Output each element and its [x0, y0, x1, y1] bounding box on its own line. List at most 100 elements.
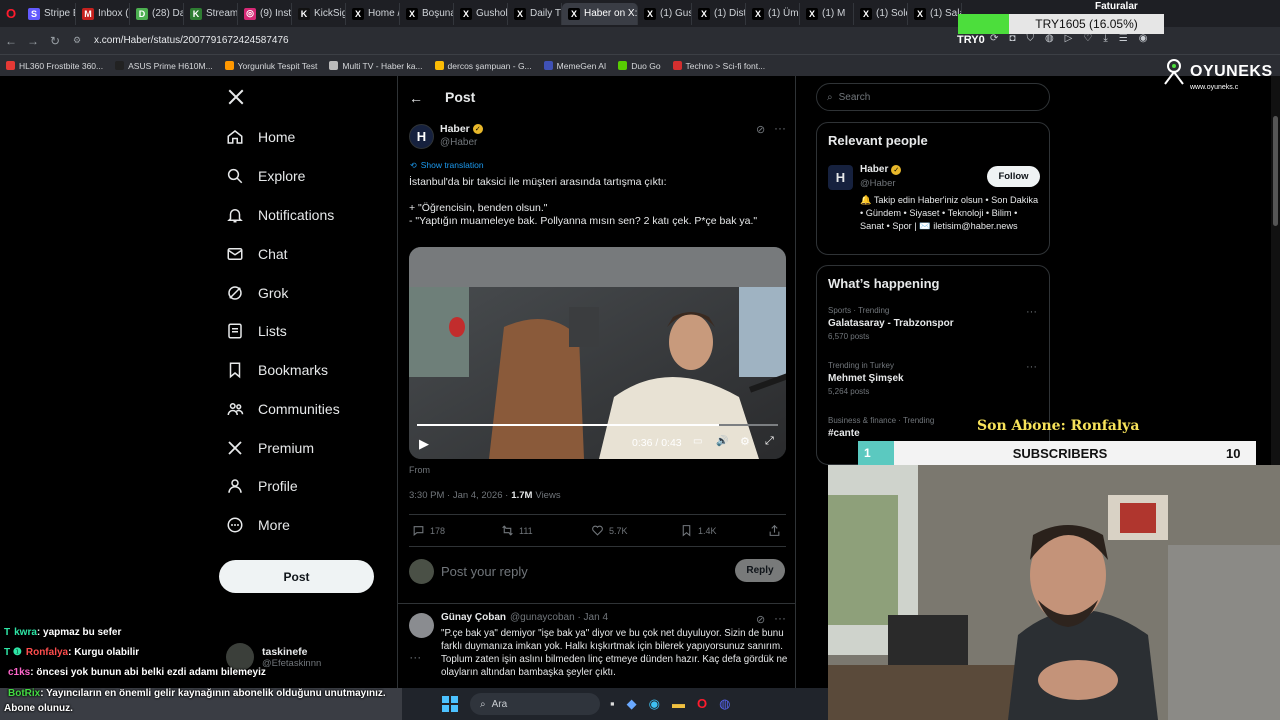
- repost-action[interactable]: 111: [501, 524, 533, 537]
- person-handle[interactable]: @Haber: [860, 178, 896, 189]
- nav-item-home[interactable]: Home: [226, 128, 295, 146]
- video-progress-track[interactable]: [417, 424, 778, 426]
- reply-author-name[interactable]: Günay Çoban: [441, 612, 506, 623]
- browser-tab[interactable]: X Haber on X: "İst: [562, 2, 638, 25]
- browser-tab[interactable]: X (1) M: [800, 2, 854, 25]
- windows-start-icon[interactable]: [442, 696, 458, 712]
- opera-icon[interactable]: O: [0, 6, 22, 21]
- opera-icon[interactable]: O: [697, 696, 707, 712]
- video-player[interactable]: ▶ 0:36 / 0:43 ▭ 🔊 ⚙ ⤢: [409, 247, 786, 459]
- author-avatar[interactable]: H: [409, 124, 434, 149]
- bookmark-item[interactable]: Yorgunluk Tespit Test: [224, 61, 317, 71]
- bookmark-item[interactable]: dercos şampuan - G...: [434, 61, 532, 71]
- grok-icon[interactable]: ⊘: [756, 613, 765, 626]
- reply-action[interactable]: 178: [412, 524, 445, 537]
- nav-item-explore[interactable]: Explore: [226, 167, 305, 185]
- author-name[interactable]: Haber: [440, 123, 470, 135]
- browser-tab[interactable]: K KickSight: [292, 2, 346, 25]
- bookmark-item[interactable]: Duo Go: [618, 61, 661, 71]
- reply-button[interactable]: Reply: [735, 559, 785, 582]
- bookmark-item[interactable]: ASUS Prime H610M...: [115, 61, 213, 71]
- x-logo-icon[interactable]: [227, 88, 245, 106]
- back-icon[interactable]: ←: [0, 34, 22, 48]
- play-icon[interactable]: ▷: [1065, 33, 1073, 44]
- browser-tab[interactable]: X (1) Gush: [638, 2, 692, 25]
- bookmark-item[interactable]: MemeGen AI: [543, 61, 606, 71]
- task-view-icon[interactable]: ▪: [610, 696, 615, 712]
- trend-more-icon[interactable]: ···: [1026, 361, 1037, 373]
- browser-tab[interactable]: S Stripe Exp: [22, 2, 76, 25]
- nav-item-chat[interactable]: Chat: [226, 245, 288, 263]
- shield-icon[interactable]: ⛉: [1026, 33, 1034, 44]
- trend-more-icon[interactable]: ···: [1026, 306, 1037, 318]
- chat-username[interactable]: kwra: [14, 627, 37, 638]
- taskbar-search[interactable]: ⌕ Ara: [470, 693, 600, 715]
- more-options-icon[interactable]: ···: [774, 611, 786, 625]
- bookmark-item[interactable]: Techno > Sci-fi font...: [672, 61, 765, 71]
- chat-username[interactable]: c1ks: [8, 667, 30, 678]
- person-name[interactable]: Haber: [860, 164, 888, 175]
- url-input[interactable]: x.com/Haber/status/2007791672424587476: [94, 35, 289, 46]
- nav-item-profile[interactable]: Profile: [226, 477, 298, 495]
- captions-icon[interactable]: ▭: [693, 436, 702, 447]
- reload-icon[interactable]: ↻: [44, 34, 66, 48]
- show-translation-link[interactable]: Show translation: [421, 160, 484, 170]
- reply-input[interactable]: Post your reply: [441, 564, 528, 579]
- bookmark-item[interactable]: HL360 Frostbite 360...: [6, 61, 103, 71]
- profile-icon[interactable]: ◉: [1139, 33, 1148, 44]
- browser-tab[interactable]: X Boşuna T: [400, 2, 454, 25]
- post-button[interactable]: Post: [219, 560, 374, 593]
- camera-icon[interactable]: ◘: [1009, 33, 1015, 44]
- translate-icon[interactable]: ⟳: [990, 33, 998, 44]
- download-icon[interactable]: ⤓: [1103, 33, 1107, 44]
- nav-item-bookmarks[interactable]: Bookmarks: [226, 361, 328, 379]
- play-button-icon[interactable]: ▶: [419, 436, 429, 452]
- browser-tab[interactable]: X Home / X: [346, 2, 400, 25]
- chat-username[interactable]: BotRix: [8, 688, 40, 699]
- person-avatar[interactable]: H: [828, 165, 853, 190]
- globe-icon[interactable]: ◍: [1045, 33, 1054, 44]
- forward-icon[interactable]: →: [22, 34, 44, 48]
- nav-item-more[interactable]: More: [226, 516, 290, 534]
- search-input[interactable]: ⌕ Search: [816, 83, 1050, 111]
- browser-tab[interactable]: ◎ (9) Instag: [238, 2, 292, 25]
- bookmark-action[interactable]: 1.4K: [680, 524, 717, 537]
- scrollbar[interactable]: [1271, 76, 1280, 466]
- browser-tab[interactable]: X (1) Distan: [692, 2, 746, 25]
- site-info-icon[interactable]: ⚙: [66, 35, 88, 46]
- chat-username[interactable]: Ronfalya: [26, 647, 68, 658]
- browser-tab[interactable]: M Inbox (1,0: [76, 2, 130, 25]
- trend-item[interactable]: Sports · Trending Galatasaray - Trabzonsp…: [828, 306, 1040, 341]
- fullscreen-icon[interactable]: ⤢: [765, 435, 774, 448]
- account-more-icon[interactable]: ···: [409, 650, 421, 664]
- file-explorer-icon[interactable]: ▬: [672, 696, 685, 712]
- trend-item[interactable]: Trending in Turkey Mehmet Şimşek 5,264 pos…: [828, 361, 1040, 396]
- browser-tab[interactable]: X (1) Solcu: [854, 2, 908, 25]
- reply-author-handle[interactable]: @gunaycoban · Jan 4: [510, 612, 608, 623]
- nav-item-communities[interactable]: Communities: [226, 400, 340, 418]
- copilot-icon[interactable]: ◆: [627, 696, 637, 712]
- browser-tab[interactable]: X Daily Tür: [508, 2, 562, 25]
- like-action[interactable]: 5.7K: [591, 524, 628, 537]
- browser-tab[interactable]: X (1) Ümit: [746, 2, 800, 25]
- browser-tab[interactable]: X Gushold: [454, 2, 508, 25]
- edge-icon[interactable]: ◉: [649, 696, 660, 712]
- follow-button[interactable]: Follow: [987, 166, 1040, 187]
- browser-tab[interactable]: K Stream -: [184, 2, 238, 25]
- browser-tab[interactable]: X (1) Sala: [908, 2, 962, 25]
- back-arrow-icon[interactable]: ←: [409, 90, 423, 106]
- author-handle[interactable]: @Haber: [440, 137, 477, 148]
- menu-icon[interactable]: ☰: [1119, 33, 1128, 44]
- nav-item-premium[interactable]: Premium: [226, 439, 314, 457]
- grok-icon[interactable]: ⊘: [756, 123, 765, 136]
- settings-icon[interactable]: ⚙: [740, 435, 750, 448]
- share-action[interactable]: [768, 524, 781, 537]
- more-options-icon[interactable]: ···: [774, 121, 786, 135]
- volume-icon[interactable]: 🔊: [716, 436, 728, 447]
- nav-item-lists[interactable]: Lists: [226, 322, 287, 340]
- nav-item-notifications[interactable]: Notifications: [226, 206, 334, 224]
- reply-author-avatar[interactable]: [409, 613, 434, 638]
- browser-tab[interactable]: D (28) Dash: [130, 2, 184, 25]
- bookmark-item[interactable]: Multi TV - Haber ka...: [329, 61, 423, 71]
- heart-icon[interactable]: ♡: [1083, 33, 1092, 44]
